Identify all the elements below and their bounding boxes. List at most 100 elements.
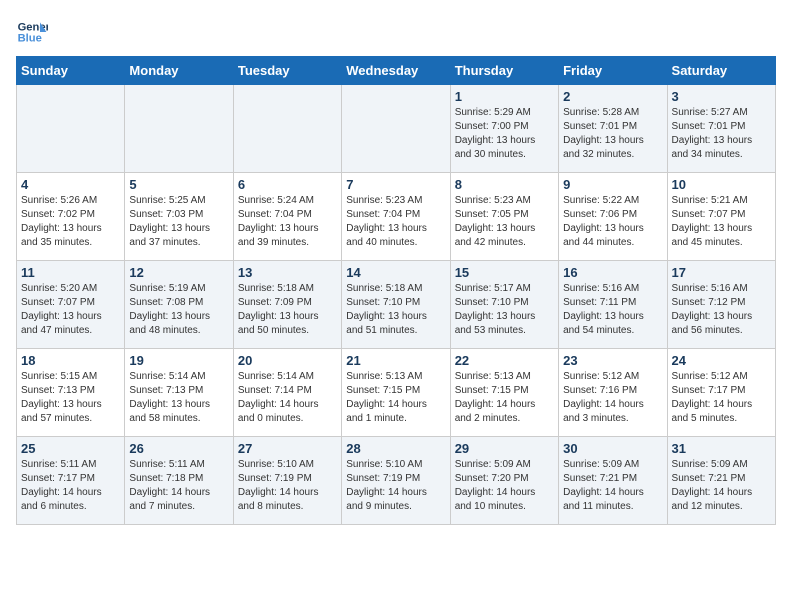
day-number: 18 <box>21 353 120 368</box>
day-number: 8 <box>455 177 554 192</box>
calendar-cell <box>342 85 450 173</box>
day-number: 24 <box>672 353 771 368</box>
day-number: 19 <box>129 353 228 368</box>
day-info: Sunrise: 5:09 AMSunset: 7:21 PMDaylight:… <box>563 458 662 514</box>
day-number: 14 <box>346 265 445 280</box>
calendar-cell: 6 Sunrise: 5:24 AMSunset: 7:04 PMDaylight… <box>233 173 341 261</box>
calendar-cell <box>125 85 233 173</box>
day-info: Sunrise: 5:28 AMSunset: 7:01 PMDaylight:… <box>563 106 662 162</box>
calendar-cell: 20 Sunrise: 5:14 AMSunset: 7:14 PMDayligh… <box>233 349 341 437</box>
day-info: Sunrise: 5:18 AMSunset: 7:09 PMDaylight:… <box>238 282 337 338</box>
day-info: Sunrise: 5:09 AMSunset: 7:21 PMDaylight:… <box>672 458 771 514</box>
calendar-week-row: 18 Sunrise: 5:15 AMSunset: 7:13 PMDayligh… <box>17 349 776 437</box>
day-info: Sunrise: 5:18 AMSunset: 7:10 PMDaylight:… <box>346 282 445 338</box>
day-number: 26 <box>129 441 228 456</box>
calendar-cell <box>233 85 341 173</box>
day-info: Sunrise: 5:20 AMSunset: 7:07 PMDaylight:… <box>21 282 120 338</box>
calendar-cell: 1 Sunrise: 5:29 AMSunset: 7:00 PMDaylight… <box>450 85 558 173</box>
logo: General Blue <box>16 16 52 48</box>
calendar-cell: 8 Sunrise: 5:23 AMSunset: 7:05 PMDaylight… <box>450 173 558 261</box>
calendar-week-row: 25 Sunrise: 5:11 AMSunset: 7:17 PMDayligh… <box>17 437 776 525</box>
svg-text:Blue: Blue <box>18 33 42 45</box>
day-info: Sunrise: 5:16 AMSunset: 7:11 PMDaylight:… <box>563 282 662 338</box>
day-number: 5 <box>129 177 228 192</box>
calendar-cell: 11 Sunrise: 5:20 AMSunset: 7:07 PMDayligh… <box>17 261 125 349</box>
day-number: 11 <box>21 265 120 280</box>
day-number: 10 <box>672 177 771 192</box>
day-number: 28 <box>346 441 445 456</box>
day-number: 25 <box>21 441 120 456</box>
calendar-cell: 2 Sunrise: 5:28 AMSunset: 7:01 PMDaylight… <box>559 85 667 173</box>
calendar-cell: 10 Sunrise: 5:21 AMSunset: 7:07 PMDayligh… <box>667 173 775 261</box>
day-number: 6 <box>238 177 337 192</box>
day-info: Sunrise: 5:26 AMSunset: 7:02 PMDaylight:… <box>21 194 120 250</box>
calendar-cell: 22 Sunrise: 5:13 AMSunset: 7:15 PMDayligh… <box>450 349 558 437</box>
day-info: Sunrise: 5:24 AMSunset: 7:04 PMDaylight:… <box>238 194 337 250</box>
day-info: Sunrise: 5:12 AMSunset: 7:17 PMDaylight:… <box>672 370 771 426</box>
logo-icon: General Blue <box>16 16 48 48</box>
calendar-cell: 14 Sunrise: 5:18 AMSunset: 7:10 PMDayligh… <box>342 261 450 349</box>
calendar-cell: 15 Sunrise: 5:17 AMSunset: 7:10 PMDayligh… <box>450 261 558 349</box>
calendar-cell: 5 Sunrise: 5:25 AMSunset: 7:03 PMDaylight… <box>125 173 233 261</box>
calendar-cell: 12Sunrise: 5:19 AMSunset: 7:08 PMDayligh… <box>125 261 233 349</box>
day-number: 31 <box>672 441 771 456</box>
weekday-header-wednesday: Wednesday <box>342 57 450 85</box>
day-number: 22 <box>455 353 554 368</box>
calendar-cell: 31 Sunrise: 5:09 AMSunset: 7:21 PMDayligh… <box>667 437 775 525</box>
day-info: Sunrise: 5:12 AMSunset: 7:16 PMDaylight:… <box>563 370 662 426</box>
day-number: 15 <box>455 265 554 280</box>
calendar-table: SundayMondayTuesdayWednesdayThursdayFrid… <box>16 56 776 525</box>
weekday-header-row: SundayMondayTuesdayWednesdayThursdayFrid… <box>17 57 776 85</box>
calendar-cell: 19 Sunrise: 5:14 AMSunset: 7:13 PMDayligh… <box>125 349 233 437</box>
calendar-cell: 28Sunrise: 5:10 AMSunset: 7:19 PMDayligh… <box>342 437 450 525</box>
calendar-cell: 18 Sunrise: 5:15 AMSunset: 7:13 PMDayligh… <box>17 349 125 437</box>
weekday-header-sunday: Sunday <box>17 57 125 85</box>
day-info: Sunrise: 5:27 AMSunset: 7:01 PMDaylight:… <box>672 106 771 162</box>
day-info: Sunrise: 5:14 AMSunset: 7:14 PMDaylight:… <box>238 370 337 426</box>
day-info: Sunrise: 5:17 AMSunset: 7:10 PMDaylight:… <box>455 282 554 338</box>
calendar-cell: 17 Sunrise: 5:16 AMSunset: 7:12 PMDayligh… <box>667 261 775 349</box>
weekday-header-tuesday: Tuesday <box>233 57 341 85</box>
day-info: Sunrise: 5:25 AMSunset: 7:03 PMDaylight:… <box>129 194 228 250</box>
weekday-header-thursday: Thursday <box>450 57 558 85</box>
day-info: Sunrise: 5:21 AMSunset: 7:07 PMDaylight:… <box>672 194 771 250</box>
day-info: Sunrise: 5:11 AMSunset: 7:17 PMDaylight:… <box>21 458 120 514</box>
calendar-cell: 23 Sunrise: 5:12 AMSunset: 7:16 PMDayligh… <box>559 349 667 437</box>
day-info: Sunrise: 5:22 AMSunset: 7:06 PMDaylight:… <box>563 194 662 250</box>
calendar-cell: 25 Sunrise: 5:11 AMSunset: 7:17 PMDayligh… <box>17 437 125 525</box>
day-info: Sunrise: 5:16 AMSunset: 7:12 PMDaylight:… <box>672 282 771 338</box>
day-info: Sunrise: 5:13 AMSunset: 7:15 PMDaylight:… <box>455 370 554 426</box>
day-number: 27 <box>238 441 337 456</box>
day-info: Sunrise: 5:15 AMSunset: 7:13 PMDaylight:… <box>21 370 120 426</box>
day-number: 1 <box>455 89 554 104</box>
calendar-cell: 9Sunrise: 5:22 AMSunset: 7:06 PMDaylight… <box>559 173 667 261</box>
weekday-header-monday: Monday <box>125 57 233 85</box>
day-number: 29 <box>455 441 554 456</box>
calendar-cell: 13Sunrise: 5:18 AMSunset: 7:09 PMDayligh… <box>233 261 341 349</box>
day-number: 2 <box>563 89 662 104</box>
calendar-cell: 30 Sunrise: 5:09 AMSunset: 7:21 PMDayligh… <box>559 437 667 525</box>
calendar-week-row: 1 Sunrise: 5:29 AMSunset: 7:00 PMDaylight… <box>17 85 776 173</box>
calendar-cell: 7 Sunrise: 5:23 AMSunset: 7:04 PMDaylight… <box>342 173 450 261</box>
day-info: Sunrise: 5:29 AMSunset: 7:00 PMDaylight:… <box>455 106 554 162</box>
day-info: Sunrise: 5:14 AMSunset: 7:13 PMDaylight:… <box>129 370 228 426</box>
day-info: Sunrise: 5:11 AMSunset: 7:18 PMDaylight:… <box>129 458 228 514</box>
day-number: 12 <box>129 265 228 280</box>
day-number: 17 <box>672 265 771 280</box>
day-number: 3 <box>672 89 771 104</box>
calendar-cell: 16Sunrise: 5:16 AMSunset: 7:11 PMDayligh… <box>559 261 667 349</box>
calendar-cell: 27 Sunrise: 5:10 AMSunset: 7:19 PMDayligh… <box>233 437 341 525</box>
calendar-cell: 26 Sunrise: 5:11 AMSunset: 7:18 PMDayligh… <box>125 437 233 525</box>
day-number: 4 <box>21 177 120 192</box>
day-number: 20 <box>238 353 337 368</box>
page-header: General Blue <box>16 16 776 48</box>
day-info: Sunrise: 5:10 AMSunset: 7:19 PMDaylight:… <box>238 458 337 514</box>
calendar-cell: 4 Sunrise: 5:26 AMSunset: 7:02 PMDaylight… <box>17 173 125 261</box>
day-info: Sunrise: 5:23 AMSunset: 7:04 PMDaylight:… <box>346 194 445 250</box>
calendar-cell: 29 Sunrise: 5:09 AMSunset: 7:20 PMDayligh… <box>450 437 558 525</box>
day-number: 23 <box>563 353 662 368</box>
day-info: Sunrise: 5:09 AMSunset: 7:20 PMDaylight:… <box>455 458 554 514</box>
day-number: 30 <box>563 441 662 456</box>
day-info: Sunrise: 5:23 AMSunset: 7:05 PMDaylight:… <box>455 194 554 250</box>
day-number: 7 <box>346 177 445 192</box>
